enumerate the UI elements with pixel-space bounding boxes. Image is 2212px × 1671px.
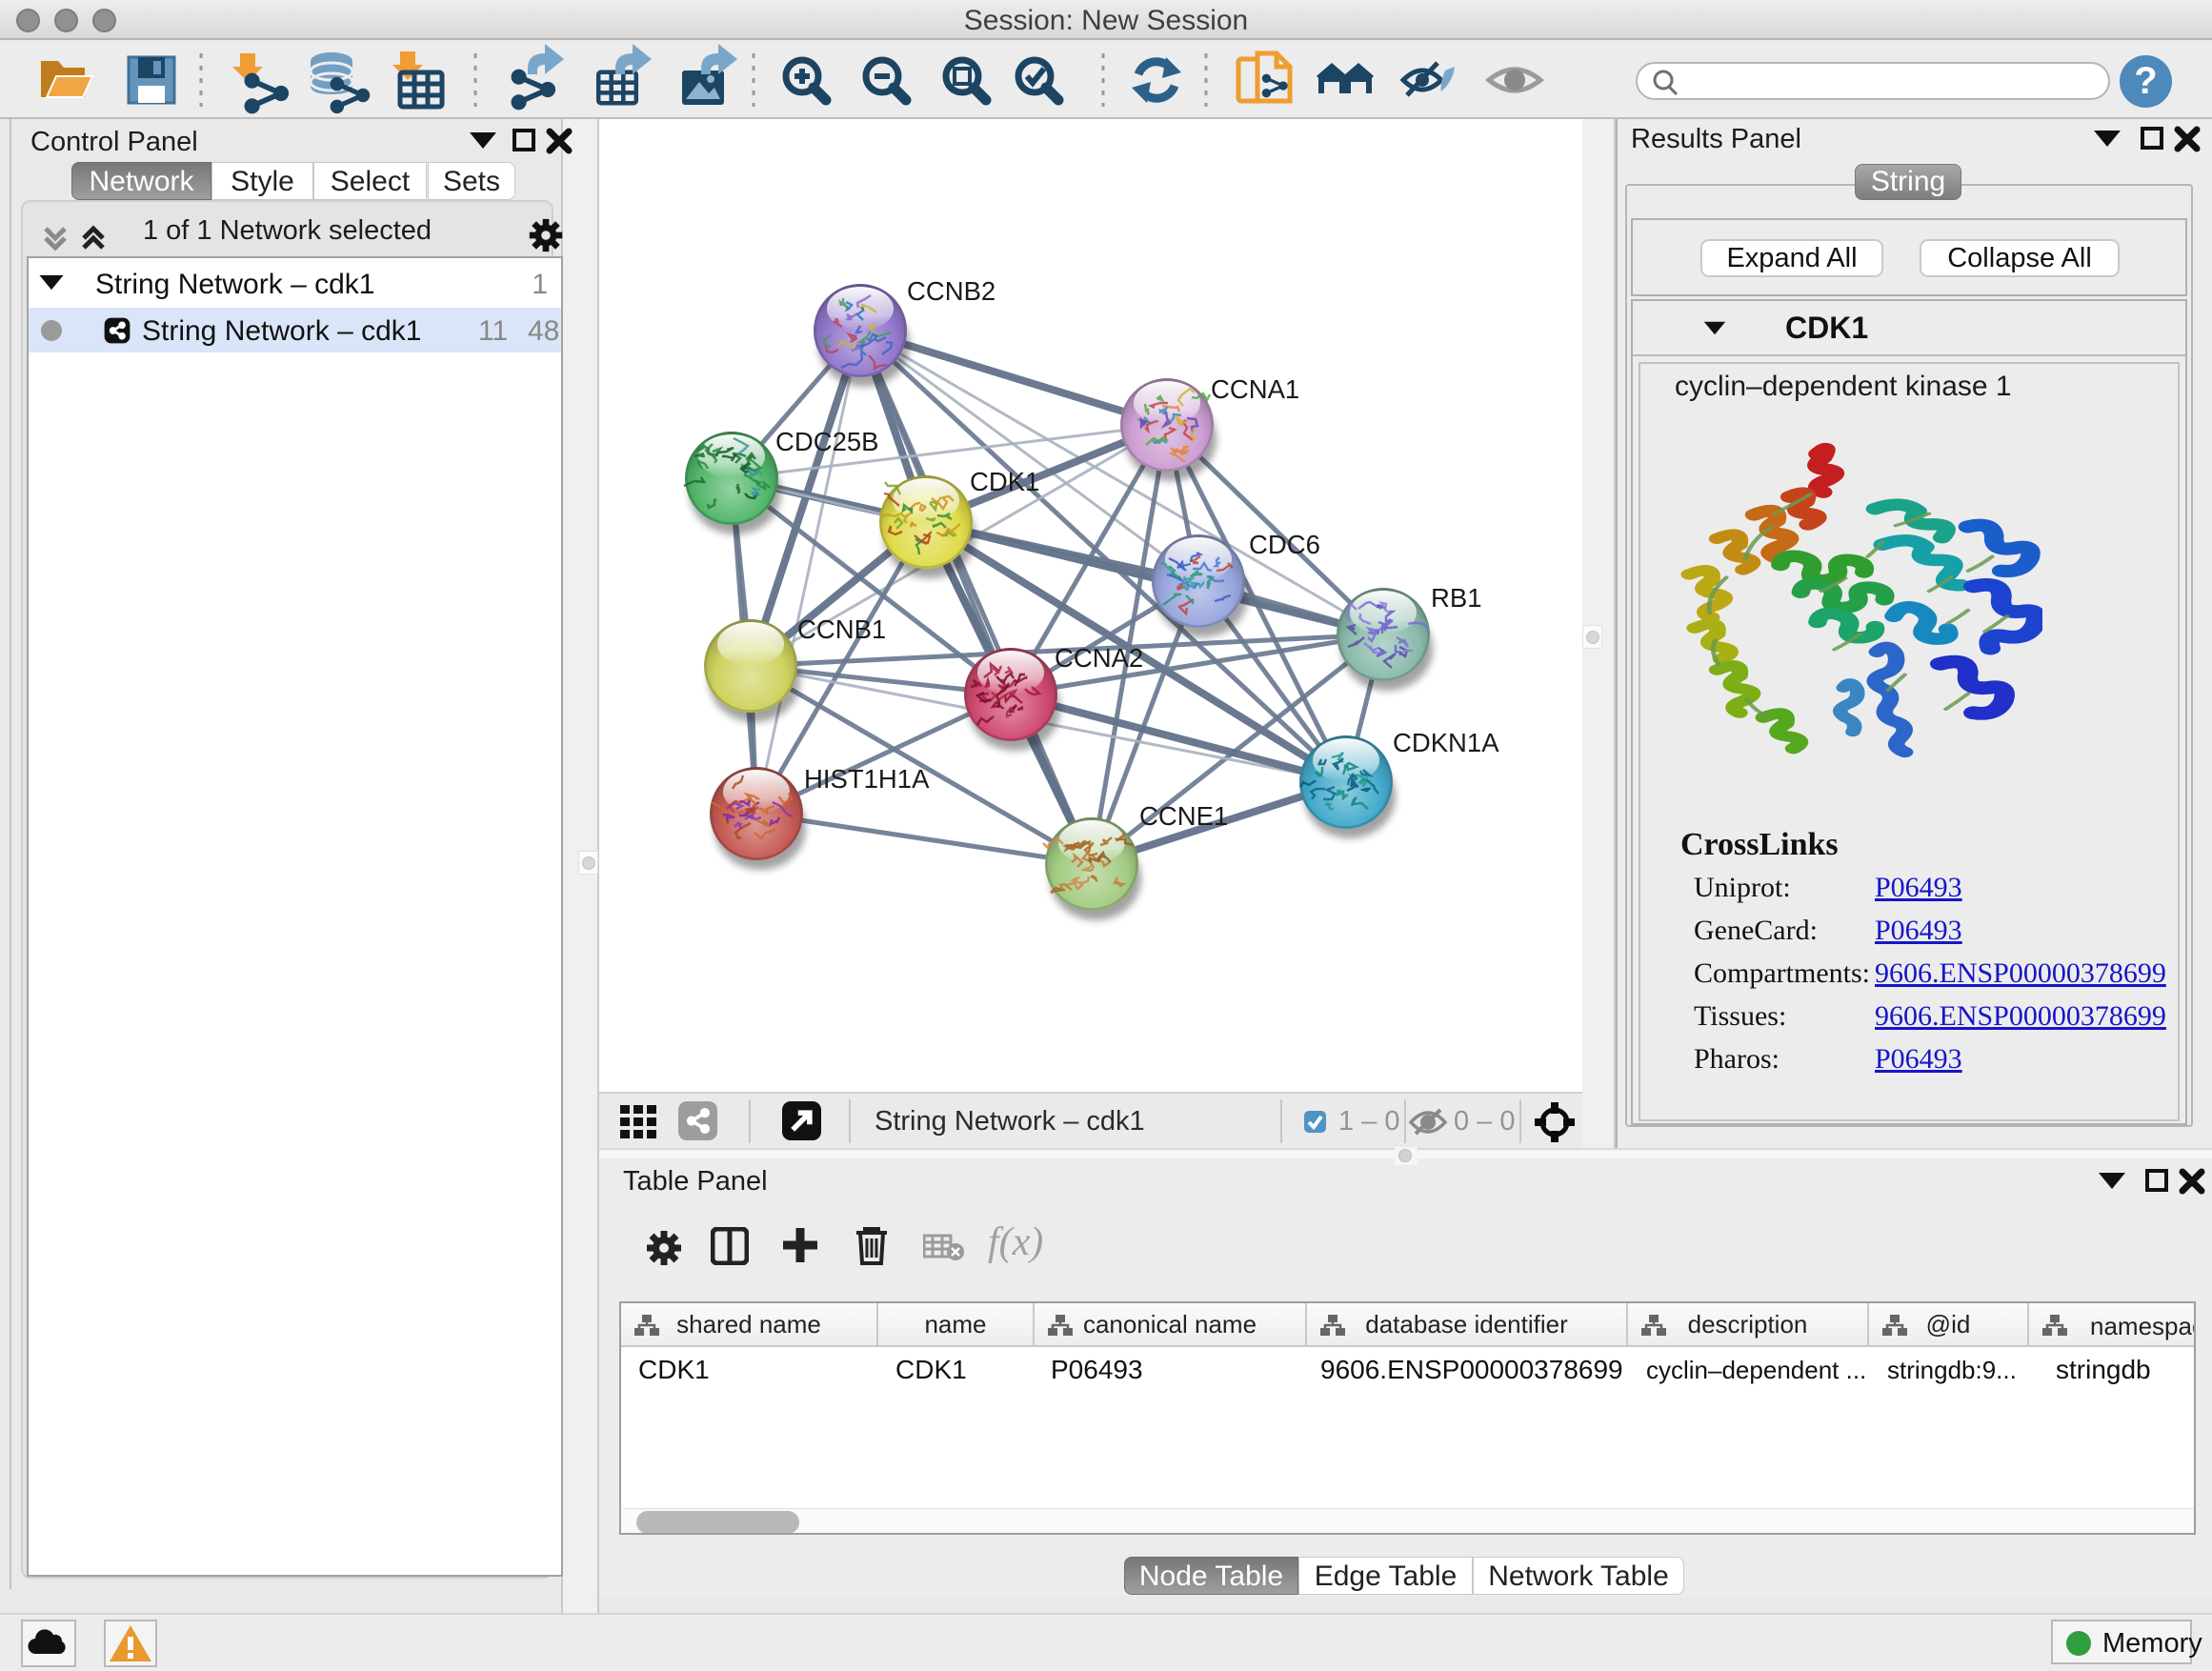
svg-text:CDK1: CDK1 [970,467,1039,496]
svg-text:CCNA2: CCNA2 [1055,643,1143,673]
svg-text:CCNB2: CCNB2 [907,276,995,306]
svg-text:CCNA1: CCNA1 [1211,374,1299,404]
svg-text:CCNB1: CCNB1 [797,614,886,644]
svg-text:CCNE1: CCNE1 [1139,801,1228,831]
svg-text:CDC25B: CDC25B [775,427,879,456]
svg-text:CDC6: CDC6 [1249,530,1320,559]
svg-text:RB1: RB1 [1431,583,1482,613]
svg-text:CDKN1A: CDKN1A [1393,728,1499,757]
svg-text:HIST1H1A: HIST1H1A [804,764,930,794]
